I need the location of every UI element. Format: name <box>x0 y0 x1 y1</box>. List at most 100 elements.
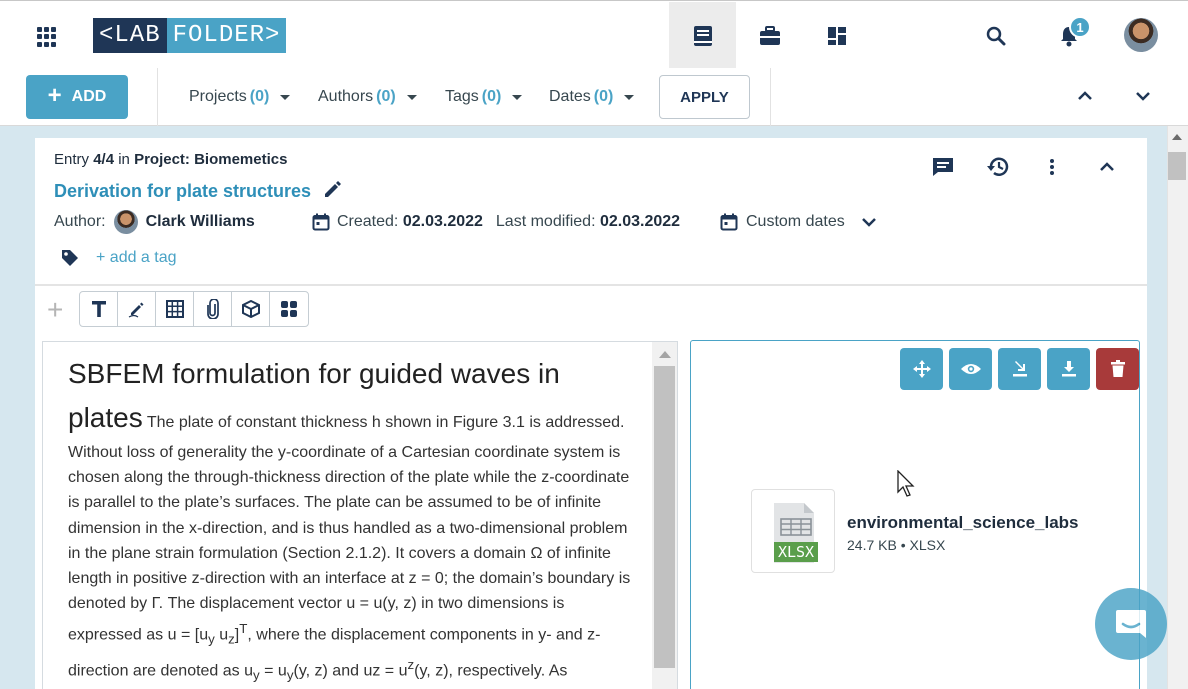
add-tag-link[interactable]: + add a tag <box>96 249 177 267</box>
filter-label: Authors <box>318 88 374 105</box>
filter-label: Projects <box>189 88 247 105</box>
3d-element-button[interactable] <box>232 292 270 326</box>
cube-icon <box>241 300 260 318</box>
filter-count: (0) <box>249 88 270 105</box>
custom-dates-dropdown[interactable]: Custom dates <box>720 209 877 235</box>
projects-nav-button[interactable] <box>736 2 803 69</box>
caret-down-icon <box>406 94 417 100</box>
edit-pencil-icon[interactable] <box>322 178 344 205</box>
tags-filter[interactable]: Tags (0) <box>445 88 523 106</box>
entry-word: Entry <box>54 151 90 168</box>
add-element-plus-icon[interactable]: + <box>47 296 63 324</box>
file-element[interactable]: XLSX environmental_science_labs 24.7 KB … <box>690 340 1140 689</box>
notification-badge[interactable]: 1 <box>1069 16 1091 38</box>
delete-button[interactable] <box>1096 348 1139 390</box>
page-scrollbar[interactable] <box>1167 126 1188 689</box>
author-row: Author: Clark Williams <box>54 209 255 235</box>
user-avatar[interactable] <box>1124 18 1158 52</box>
text-body: = u <box>259 662 287 680</box>
author-label: Author: <box>54 213 106 230</box>
authors-filter[interactable]: Authors (0) <box>318 88 417 106</box>
table-grid-icon <box>165 300 184 318</box>
filter-label: Dates <box>549 88 591 105</box>
dashboard-nav-button[interactable] <box>803 2 870 69</box>
import-button[interactable] <box>998 348 1041 390</box>
more-options-icon[interactable] <box>1039 154 1065 180</box>
project-name[interactable]: Project: Biomemetics <box>134 151 287 168</box>
pen-draw-icon <box>128 302 143 318</box>
search-icon[interactable] <box>985 25 1007 47</box>
chevron-down-icon[interactable] <box>1133 86 1153 106</box>
paperclip-icon <box>206 299 219 319</box>
dates-filter[interactable]: Dates (0) <box>549 88 635 106</box>
spreadsheet-file-icon <box>774 503 818 563</box>
file-thumbnail[interactable]: XLSX <box>751 489 835 573</box>
entry-title[interactable]: Derivation for plate structures <box>54 181 311 202</box>
plus-icon: + <box>47 82 62 109</box>
text-body: (y, z) and uz = u <box>293 662 408 680</box>
text-body: The plate of constant thickness h shown … <box>68 414 631 644</box>
element-toolbar <box>79 291 309 327</box>
chat-support-button[interactable] <box>1095 588 1167 660</box>
move-button[interactable] <box>900 348 943 390</box>
filter-label: Tags <box>445 88 479 105</box>
text-icon <box>91 301 106 317</box>
file-element-button[interactable] <box>194 292 232 326</box>
notebook-nav-button[interactable] <box>669 2 736 69</box>
move-arrows-icon <box>912 360 931 378</box>
text-body: u <box>214 626 229 644</box>
apps-element-button[interactable] <box>270 292 308 326</box>
comment-icon[interactable] <box>930 154 956 180</box>
calendar-icon <box>312 213 330 231</box>
entry-index: 4/4 <box>93 151 115 168</box>
chat-icon <box>1116 610 1146 638</box>
filter-count: (0) <box>376 88 396 105</box>
notebook-icon <box>693 25 712 46</box>
caret-down-icon <box>512 94 523 100</box>
created-label: Created: <box>337 213 399 230</box>
logo-left-text: <LAB <box>93 18 167 53</box>
table-element-button[interactable] <box>156 292 194 326</box>
text-element-content[interactable]: SBFEM formulation for guided waves in pl… <box>68 352 633 689</box>
history-icon[interactable] <box>985 154 1011 180</box>
text-element[interactable]: SBFEM formulation for guided waves in pl… <box>42 341 678 689</box>
subscript: y <box>208 631 215 647</box>
modified-label: Last modified: <box>495 213 596 230</box>
apps-grid-icon[interactable] <box>37 27 57 47</box>
scroll-up-arrow-icon[interactable] <box>1172 134 1182 140</box>
import-icon <box>1012 361 1027 377</box>
trash-icon <box>1110 360 1125 377</box>
scroll-up-arrow-icon[interactable] <box>659 351 671 358</box>
caret-down-icon <box>624 94 635 100</box>
preview-button[interactable] <box>949 348 992 390</box>
filter-bar: + ADD Projects (0) Authors (0) Tags (0) … <box>0 68 1188 126</box>
labfolder-logo[interactable]: <LAB FOLDER> <box>93 18 287 53</box>
projects-filter[interactable]: Projects (0) <box>189 88 291 106</box>
author-avatar <box>113 210 138 234</box>
entry-position: Entry 4/4 in Project: Biomemetics <box>54 151 287 168</box>
page-scrollbar-thumb[interactable] <box>1168 152 1186 180</box>
dashboard-icon <box>827 26 846 45</box>
divider <box>157 68 158 126</box>
apps-dots-icon <box>281 301 297 317</box>
chevron-up-icon[interactable] <box>1094 154 1120 180</box>
divider <box>770 68 771 126</box>
apply-button[interactable]: APPLY <box>659 75 750 119</box>
download-button[interactable] <box>1047 348 1090 390</box>
tag-row: + add a tag <box>60 246 177 270</box>
eye-icon <box>960 364 981 374</box>
logo-right-text: FOLDER> <box>166 18 287 53</box>
add-button[interactable]: + ADD <box>26 75 128 119</box>
sketch-element-button[interactable] <box>118 292 156 326</box>
filter-count: (0) <box>481 88 502 105</box>
briefcase-icon <box>759 25 780 45</box>
file-meta: 24.7 KB • XLSX <box>847 537 946 553</box>
text-scrollbar-thumb[interactable] <box>654 366 675 668</box>
chevron-up-icon[interactable] <box>1075 86 1095 106</box>
top-bar: <LAB FOLDER> 1 <box>0 0 1188 69</box>
text-element-button[interactable] <box>80 292 118 326</box>
file-name[interactable]: environmental_science_labs <box>847 513 1079 533</box>
subscript: y <box>253 667 260 683</box>
caret-down-icon <box>280 94 291 100</box>
add-button-label: ADD <box>71 88 107 105</box>
